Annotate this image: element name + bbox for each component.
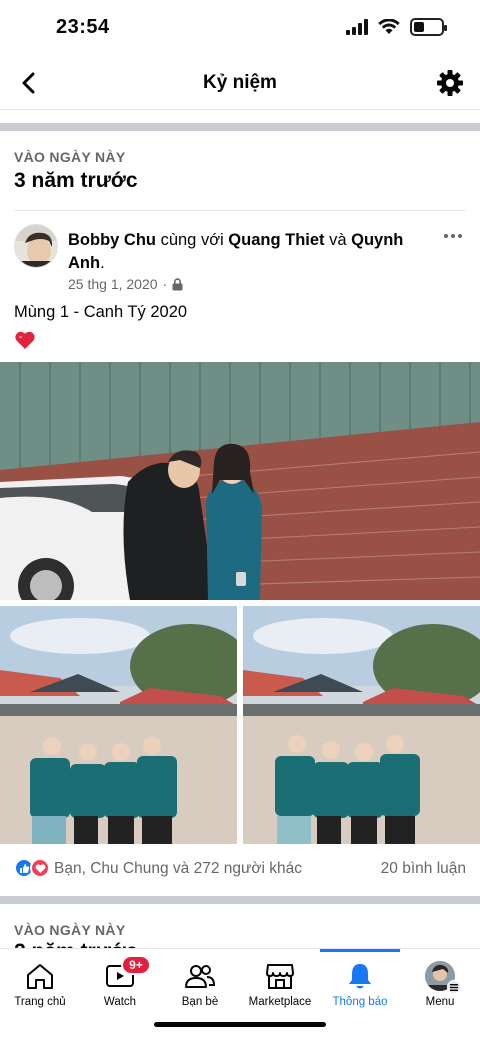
wifi-icon [378,19,400,34]
section-title: 3 năm trước [14,169,138,192]
status-icons [346,18,447,36]
cellular-signal-icon [346,19,368,35]
post-photo-left[interactable] [0,606,237,844]
menu-lines-icon [447,980,461,994]
section-divider [0,123,480,131]
author-avatar[interactable] [14,224,58,268]
post-text: Mùng 1 - Canh Tý 2020 [14,303,188,321]
reaction-icons[interactable] [14,858,50,878]
meta-separator: · [162,276,168,292]
friends-icon [183,961,217,991]
tab-menu[interactable]: Menu [400,949,480,1017]
tab-watch[interactable]: 9+ Watch [80,949,160,1017]
section-divider [0,896,480,904]
tab-home[interactable]: Trang chủ [0,949,80,1017]
top-header: Kỷ niệm [0,56,480,110]
love-reaction-icon [30,858,50,878]
post-header-text: Bobby Chu cùng với Quang Thiet và Quynh … [68,231,404,272]
author-name[interactable]: Bobby Chu [68,231,156,249]
reactions-bar: Bạn, Chu Chung và 272 người khác 20 bình… [0,847,480,891]
marketplace-icon [263,961,297,991]
post-photo-main[interactable] [0,362,480,600]
post-meta: 25 thg 1, 2020 · [68,276,183,292]
more-options-button[interactable] [440,226,466,246]
watch-icon: 9+ [103,955,151,991]
menu-avatar-icon [423,961,461,994]
tab-notifications[interactable]: Thông báo [320,949,400,1017]
watch-badge: 9+ [121,955,151,975]
post-date[interactable]: 25 thg 1, 2020 [68,276,158,292]
section-kicker: VÀO NGÀY NÀY [14,149,126,165]
reactions-summary[interactable]: Bạn, Chu Chung và 272 người khác [54,860,302,878]
page-title: Kỷ niệm [203,72,277,93]
home-indicator[interactable] [154,1022,326,1027]
tagged-friend-1[interactable]: Quang Thiet [228,231,324,249]
comments-count[interactable]: 20 bình luận [381,860,466,878]
lock-icon [172,277,183,290]
tab-friends[interactable]: Bạn bè [160,949,240,1017]
settings-button[interactable] [434,67,466,99]
gear-icon [437,70,463,96]
bell-icon [343,961,377,991]
divider [14,210,466,211]
status-bar: 23:54 [0,0,480,56]
battery-icon [410,18,447,36]
heart-emoji-icon [15,331,35,349]
tab-marketplace[interactable]: Marketplace [240,949,320,1017]
home-icon [23,961,57,991]
post-photo-right[interactable] [243,606,480,844]
status-time: 23:54 [56,16,110,38]
section-kicker: VÀO NGÀY NÀY [14,922,126,938]
